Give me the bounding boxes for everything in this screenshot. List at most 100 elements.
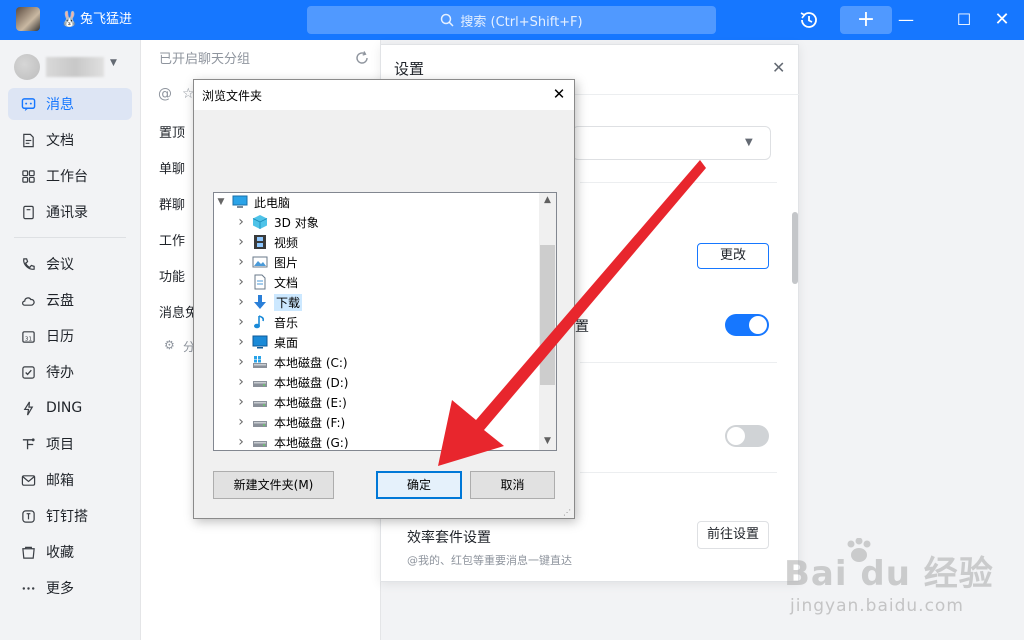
chevron-right-icon[interactable]: › bbox=[234, 274, 248, 290]
setting-toggle-on[interactable] bbox=[725, 314, 769, 336]
sidebar-item-label: 通讯录 bbox=[46, 205, 88, 221]
folder-tree-item[interactable]: › 文档 bbox=[214, 272, 539, 292]
sidebar-item-13[interactable]: 更多 bbox=[8, 572, 132, 604]
user-name-blurred[interactable] bbox=[46, 57, 104, 77]
sidebar-item-2[interactable]: 工作台 bbox=[8, 160, 132, 192]
chevron-right-icon[interactable]: › bbox=[234, 394, 248, 410]
cloud-icon bbox=[20, 292, 36, 308]
sidebar-item-0[interactable]: 消息 bbox=[8, 88, 132, 120]
resize-grip-icon[interactable]: ⋰ bbox=[563, 508, 573, 518]
chevron-right-icon[interactable]: › bbox=[234, 374, 248, 390]
dialog-close-icon[interactable]: ✕ bbox=[548, 83, 570, 105]
folder-tree-item[interactable]: › 图片 bbox=[214, 252, 539, 272]
folder-tree-item[interactable]: › 本地磁盘 (C:) bbox=[214, 352, 539, 372]
folder-tree-item[interactable]: ▼ 此电脑 bbox=[214, 192, 539, 212]
ok-button[interactable]: 确定 bbox=[376, 471, 462, 499]
new-folder-button[interactable]: 新建文件夹(M) bbox=[213, 471, 334, 499]
folder-tree-item[interactable]: › 音乐 bbox=[214, 312, 539, 332]
chevron-right-icon[interactable]: › bbox=[234, 254, 248, 270]
sidebar-item-label: 工作台 bbox=[46, 169, 88, 185]
mail-icon bbox=[20, 472, 36, 488]
settings-scrollbar[interactable] bbox=[792, 212, 798, 284]
maximize-icon[interactable]: ☐ bbox=[952, 8, 976, 32]
sidebar-item-label: 云盘 bbox=[46, 293, 74, 309]
chevron-right-icon[interactable]: › bbox=[234, 334, 248, 350]
chevron-right-icon[interactable]: › bbox=[234, 214, 248, 230]
chevron-right-icon[interactable]: › bbox=[234, 414, 248, 430]
global-search-bar[interactable]: 搜索 (Ctrl+Shift+F) bbox=[307, 6, 716, 34]
chevron-right-icon[interactable]: › bbox=[234, 294, 248, 310]
sidebar-item-3[interactable]: 通讯录 bbox=[8, 196, 132, 228]
more-icon bbox=[20, 580, 36, 596]
folder-tree-item[interactable]: › 本地磁盘 (G:) bbox=[214, 432, 539, 452]
paw-icon bbox=[847, 538, 871, 562]
chat-group-hint: 已开启聊天分组 bbox=[159, 52, 251, 67]
drive-icon bbox=[252, 414, 268, 430]
chevron-right-icon[interactable]: › bbox=[234, 354, 248, 370]
history-icon[interactable] bbox=[798, 9, 820, 31]
chevron-right-icon[interactable]: › bbox=[234, 434, 248, 450]
sidebar-item-12[interactable]: 收藏 bbox=[8, 536, 132, 568]
org-name[interactable]: 兔飞猛进 bbox=[80, 10, 132, 30]
sidebar-item-label: 收藏 bbox=[46, 545, 74, 561]
sidebar-item-8[interactable]: DING bbox=[8, 392, 132, 424]
folder-tree-item[interactable]: › 桌面 bbox=[214, 332, 539, 352]
close-icon[interactable]: ✕ bbox=[990, 8, 1014, 32]
folder-tree-item[interactable]: › 本地磁盘 (D:) bbox=[214, 372, 539, 392]
sidebar-item-label: 钉钉搭 bbox=[46, 509, 88, 525]
chevron-down-icon[interactable]: ▼ bbox=[110, 58, 117, 68]
folder-tree-label: 图片 bbox=[274, 255, 299, 270]
folder-tree-label: 音乐 bbox=[274, 315, 299, 330]
chat-group-label[interactable]: 置顶 bbox=[159, 122, 185, 141]
goto-settings-button[interactable]: 前往设置 bbox=[697, 521, 769, 549]
minimize-icon[interactable]: — bbox=[894, 8, 918, 32]
picture-icon bbox=[252, 254, 268, 270]
tree-scrollbar-thumb[interactable] bbox=[540, 245, 555, 385]
settings-close-icon[interactable]: ✕ bbox=[772, 58, 785, 77]
dialog-title: 浏览文件夹 bbox=[202, 89, 263, 103]
rabbit-icon: 🐰 bbox=[60, 10, 79, 28]
change-button[interactable]: 更改 bbox=[697, 243, 769, 269]
add-button[interactable]: + bbox=[840, 6, 892, 34]
workbench-icon bbox=[20, 168, 36, 184]
scroll-up-icon[interactable]: ▲ bbox=[539, 195, 556, 205]
drive-icon bbox=[252, 394, 268, 410]
sidebar-item-11[interactable]: 钉钉搭 bbox=[8, 500, 132, 532]
sidebar-item-10[interactable]: 邮箱 bbox=[8, 464, 132, 496]
org-avatar[interactable] bbox=[16, 7, 40, 31]
chat-group-label[interactable]: 单聊 bbox=[159, 158, 185, 177]
refresh-icon[interactable] bbox=[354, 50, 370, 66]
chevron-down-icon[interactable]: ▼ bbox=[214, 197, 228, 207]
chat-group-label[interactable]: 群聊 bbox=[159, 194, 185, 213]
sidebar-item-label: 待办 bbox=[46, 365, 74, 381]
document-icon bbox=[20, 132, 36, 148]
at-icon[interactable]: @ bbox=[158, 86, 172, 102]
system-drive-icon bbox=[252, 354, 268, 370]
sidebar-item-1[interactable]: 文档 bbox=[8, 124, 132, 156]
sidebar-item-5[interactable]: 云盘 bbox=[8, 284, 132, 316]
sidebar-item-7[interactable]: 待办 bbox=[8, 356, 132, 388]
chat-group-label[interactable]: 工作 bbox=[159, 230, 185, 249]
user-avatar[interactable] bbox=[14, 54, 40, 80]
chat-group-label[interactable]: 功能 bbox=[159, 266, 185, 285]
sidebar-item-6[interactable]: 31 日历 bbox=[8, 320, 132, 352]
sidebar-item-label: 邮箱 bbox=[46, 473, 74, 489]
folder-tree-item[interactable]: › 视频 bbox=[214, 232, 539, 252]
scroll-down-icon[interactable]: ▼ bbox=[539, 436, 556, 446]
ding-icon bbox=[20, 400, 36, 416]
folder-tree-label: 本地磁盘 (F:) bbox=[274, 415, 346, 430]
drive-icon bbox=[252, 434, 268, 450]
sidebar-item-9[interactable]: 项目 bbox=[8, 428, 132, 460]
chevron-right-icon[interactable]: › bbox=[234, 314, 248, 330]
sidebar-item-4[interactable]: 会议 bbox=[8, 248, 132, 280]
folder-tree-item[interactable]: › 3D 对象 bbox=[214, 212, 539, 232]
settings-divider bbox=[580, 182, 777, 183]
setting-toggle-off[interactable] bbox=[725, 425, 769, 447]
folder-tree-item[interactable]: › 本地磁盘 (E:) bbox=[214, 392, 539, 412]
chevron-right-icon[interactable]: › bbox=[234, 234, 248, 250]
cancel-button[interactable]: 取消 bbox=[470, 471, 555, 499]
settings-dropdown[interactable] bbox=[572, 126, 771, 160]
todo-icon bbox=[20, 364, 36, 380]
folder-tree-item[interactable]: › 本地磁盘 (F:) bbox=[214, 412, 539, 432]
folder-tree-item[interactable]: › 下载 bbox=[214, 292, 539, 312]
